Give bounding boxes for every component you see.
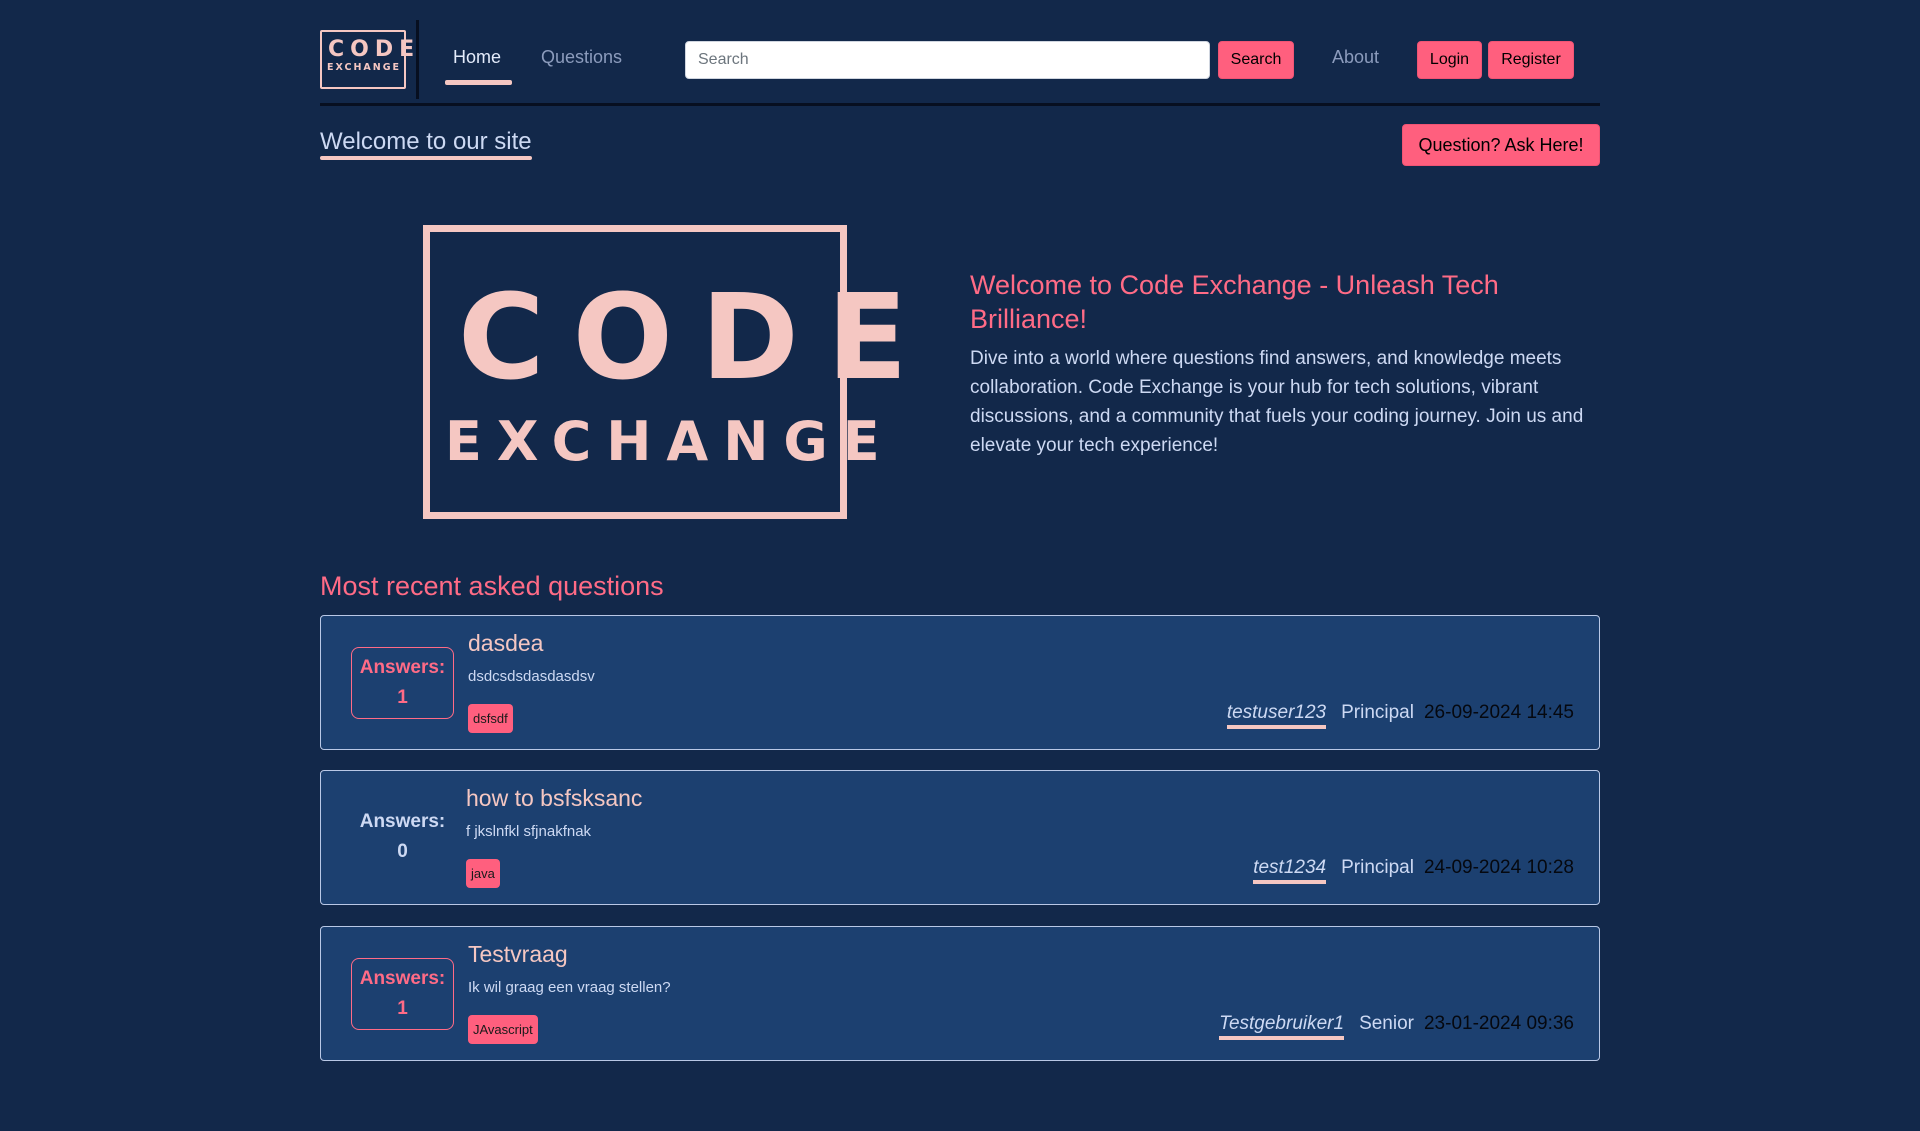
author-link[interactable]: testuser123 [1226, 702, 1327, 729]
author-rank: Principal [1341, 857, 1414, 878]
question-title-link[interactable]: how to bsfsksanc [466, 785, 642, 812]
answers-label: Answers: [359, 811, 446, 832]
hero-logo: CODE EXCHANGE [423, 225, 936, 519]
brand-logo-line1: CODE [328, 37, 421, 62]
question-tag[interactable]: java [466, 859, 500, 888]
brand-logo[interactable]: CODE EXCHANGE [320, 30, 421, 89]
question-tag[interactable]: JAvascript [468, 1015, 538, 1044]
welcome-title: Welcome to our site [320, 128, 532, 155]
ask-question-button[interactable]: Question? Ask Here! [1402, 124, 1600, 166]
question-date: 24-09-2024 10:28 [1423, 857, 1574, 878]
nav-questions-link[interactable]: Questions [541, 47, 622, 68]
recent-questions-title: Most recent asked questions [320, 571, 664, 601]
hero-heading: Welcome to Code Exchange - Unleash Tech … [970, 270, 1499, 334]
author-link[interactable]: Testgebruiker1 [1219, 1013, 1345, 1040]
answers-count: 0 [397, 841, 408, 862]
hero-text: Dive into a world where questions find a… [970, 348, 1584, 456]
question-card: Answers: 1 dasdea dsdcsdsdasdasdsv dsfsd… [320, 615, 1600, 750]
author-link[interactable]: test1234 [1253, 857, 1327, 884]
answers-count: 1 [397, 998, 408, 1019]
question-title-link[interactable]: Testvraag [468, 941, 568, 968]
brand-divider [416, 20, 419, 99]
hero-logo-line1: CODE [458, 268, 936, 406]
question-body: f jkslnfkl sfjnakfnak [466, 823, 592, 840]
question-tag[interactable]: dsfsdf [468, 704, 513, 733]
search-input[interactable] [685, 41, 1210, 79]
question-title-link[interactable]: dasdea [468, 630, 543, 657]
login-button[interactable]: Login [1417, 41, 1482, 79]
question-body: Ik wil graag een vraag stellen? [468, 979, 671, 996]
author-rank: Principal [1341, 702, 1414, 723]
question-card: Answers: 1 Testvraag Ik wil graag een vr… [320, 926, 1600, 1061]
question-date: 23-01-2024 09:36 [1423, 1013, 1574, 1034]
nav-home-link[interactable]: Home [453, 47, 501, 68]
question-meta: testuser123 Principal 26-09-2024 14:45 [1226, 702, 1574, 729]
answers-label: Answers: [359, 657, 446, 678]
question-card: Answers: 0 how to bsfsksanc f jkslnfkl s… [320, 770, 1600, 905]
answers-count-box: Answers: 1 [351, 647, 454, 719]
question-meta: test1234 Principal 24-09-2024 10:28 [1253, 857, 1574, 884]
answers-count-box: Answers: 0 [351, 802, 454, 874]
answers-count-box: Answers: 1 [351, 958, 454, 1030]
question-body: dsdcsdsdasdasdsv [468, 668, 595, 685]
welcome-underline [320, 156, 532, 160]
brand-logo-line2: EXCHANGE [327, 62, 401, 73]
author-rank: Senior [1359, 1013, 1414, 1034]
answers-label: Answers: [359, 968, 446, 989]
nav-about-link[interactable]: About [1332, 47, 1379, 68]
hero-logo-line2: EXCHANGE [445, 410, 895, 473]
search-button[interactable]: Search [1218, 41, 1294, 79]
question-date: 26-09-2024 14:45 [1423, 702, 1574, 723]
question-meta: Testgebruiker1 Senior 23-01-2024 09:36 [1219, 1013, 1574, 1040]
navbar: CODE EXCHANGE Home Questions Search Abou… [320, 0, 1600, 106]
register-button[interactable]: Register [1488, 41, 1574, 79]
answers-count: 1 [397, 687, 408, 708]
nav-active-indicator [445, 80, 512, 85]
